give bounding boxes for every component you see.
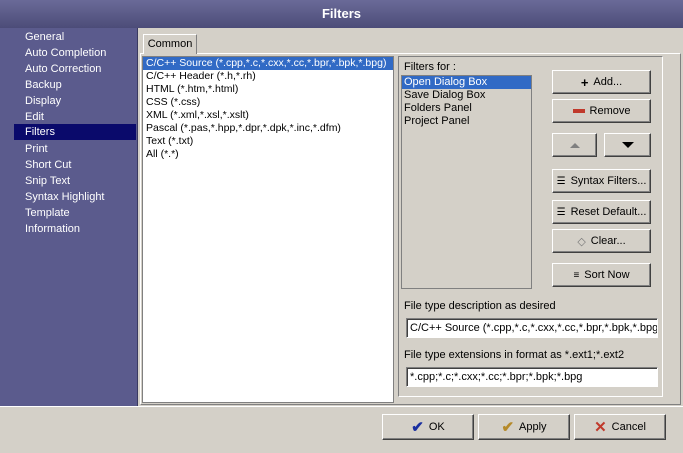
eraser-icon: ◇ — [577, 235, 586, 248]
clear-button[interactable]: ◇ Clear... — [552, 229, 651, 253]
syntax-filters-button-label: Syntax Filters... — [570, 175, 647, 187]
list-item[interactable]: Folders Panel — [402, 102, 531, 115]
apply-button-label: Apply — [519, 421, 547, 433]
list-item[interactable]: CSS (*.css) — [143, 96, 393, 109]
description-label: File type description as desired — [404, 300, 556, 312]
description-input[interactable]: C/C++ Source (*.cpp,*.c,*.cxx,*.cc,*.bpr… — [406, 318, 658, 338]
remove-icon — [572, 109, 585, 113]
reset-default-button-label: Reset Default... — [570, 206, 647, 218]
sidebar-item-snip-text[interactable]: Snip Text — [14, 173, 136, 189]
list-item[interactable]: Open Dialog Box — [402, 76, 531, 89]
remove-button[interactable]: Remove — [552, 99, 651, 123]
ok-button[interactable]: ✔ OK — [382, 414, 474, 440]
check-icon: ✔ — [501, 419, 515, 436]
list-item[interactable]: Save Dialog Box — [402, 89, 531, 102]
sort-now-button-label: Sort Now — [584, 269, 630, 281]
check-icon: ✔ — [411, 419, 424, 436]
sidebar-item-backup[interactable]: Backup — [14, 77, 136, 93]
sidebar-item-general[interactable]: General — [14, 29, 136, 45]
list-item[interactable]: HTML (*.htm,*.html) — [143, 83, 393, 96]
remove-button-label: Remove — [589, 105, 631, 117]
cancel-button-label: Cancel — [611, 421, 646, 433]
sidebar-item-auto-correction[interactable]: Auto Correction — [14, 61, 136, 77]
list-item[interactable]: Pascal (*.pas,*.hpp,*.dpr,*.dpk,*.inc,*.… — [143, 122, 393, 135]
sidebar-item-display[interactable]: Display — [14, 93, 136, 109]
extensions-label: File type extensions in format as *.ext1… — [404, 349, 625, 361]
clear-button-label: Clear... — [590, 235, 626, 247]
sidebar-item-short-cut[interactable]: Short Cut — [14, 157, 136, 173]
extensions-input[interactable]: *.cpp;*.c;*.cxx;*.cc;*.bpr;*.bpk;*.bpg — [406, 367, 658, 387]
sidebar-item-filters[interactable]: Filters — [14, 124, 136, 140]
sidebar-item-information[interactable]: Information — [14, 221, 136, 237]
arrow-up-icon — [569, 142, 580, 148]
move-up-button[interactable] — [552, 133, 597, 157]
close-icon: ✕ — [594, 419, 607, 436]
list-item[interactable]: All (*.*) — [143, 148, 393, 161]
tab-common[interactable]: Common — [143, 34, 197, 54]
filters-for-list[interactable]: Open Dialog Box Save Dialog Box Folders … — [401, 75, 532, 289]
plus-icon: + — [580, 74, 589, 90]
list-item[interactable]: C/C++ Header (*.h,*.rh) — [143, 70, 393, 83]
sidebar: General Auto Completion Auto Correction … — [0, 28, 138, 406]
add-button-label: Add... — [593, 76, 623, 88]
reset-default-button[interactable]: ☰ Reset Default... — [552, 200, 651, 224]
list-item[interactable]: Text (*.txt) — [143, 135, 393, 148]
add-button[interactable]: + Add... — [552, 70, 651, 94]
sidebar-item-template[interactable]: Template — [14, 205, 136, 221]
window-title: Filters — [0, 0, 683, 29]
ok-button-label: OK — [428, 421, 445, 433]
sidebar-item-print[interactable]: Print — [14, 141, 136, 157]
arrow-down-icon — [621, 142, 634, 148]
list-item[interactable]: C/C++ Source (*.cpp,*.c,*.cxx,*.cc,*.bpr… — [143, 57, 393, 70]
file-type-list[interactable]: C/C++ Source (*.cpp,*.c,*.cxx,*.cc,*.bpr… — [142, 56, 394, 403]
sidebar-item-syntax-highlight[interactable]: Syntax Highlight — [14, 189, 136, 205]
sort-now-button[interactable]: ≡ Sort Now — [552, 263, 651, 287]
move-down-button[interactable] — [604, 133, 651, 157]
sidebar-item-edit[interactable]: Edit — [14, 109, 136, 125]
list-item[interactable]: XML (*.xml,*.xsl,*.xslt) — [143, 109, 393, 122]
cancel-button[interactable]: ✕ Cancel — [574, 414, 666, 440]
sidebar-item-auto-completion[interactable]: Auto Completion — [14, 45, 136, 61]
list-item[interactable]: Project Panel — [402, 115, 531, 128]
filters-for-label: Filters for : — [404, 61, 456, 73]
syntax-filters-button[interactable]: ☰ Syntax Filters... — [552, 169, 651, 193]
list-icon: ☰ — [556, 175, 566, 187]
list-icon: ☰ — [556, 206, 566, 218]
sort-icon: ≡ — [573, 269, 580, 281]
apply-button[interactable]: ✔ Apply — [478, 414, 570, 440]
